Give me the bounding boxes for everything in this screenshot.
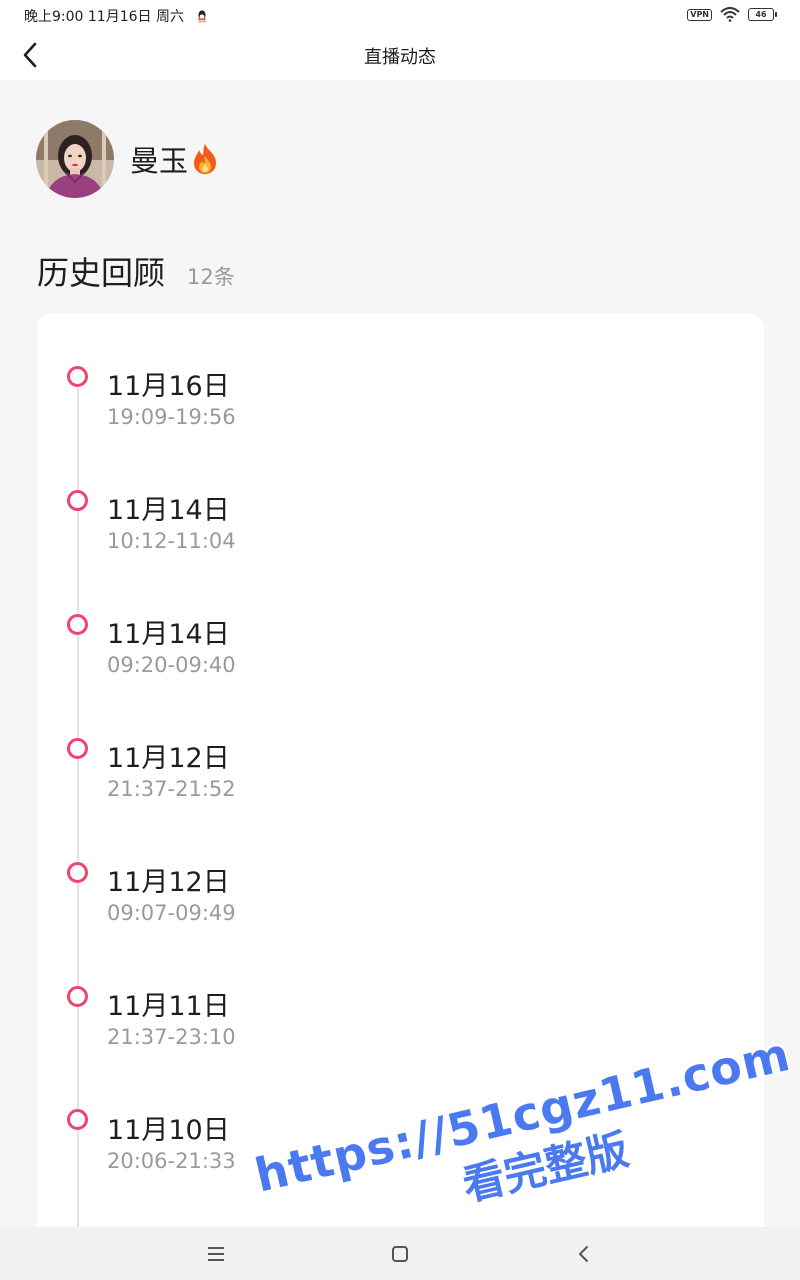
- timeline-dot: [67, 986, 88, 1007]
- avatar-image: [36, 120, 114, 198]
- item-date: 11月10日: [107, 1115, 230, 1146]
- item-date: 11月14日: [107, 619, 230, 650]
- live-dynamics-page: 晚上9:00 11月16日 周六 VPN 46 直播动态 曼玉 历史回顾 12条…: [0, 0, 800, 1280]
- timeline-dot: [67, 738, 88, 759]
- item-date: 11月16日: [107, 371, 230, 402]
- timeline-dot: [67, 490, 88, 511]
- timeline-dot: [67, 614, 88, 635]
- item-date: 11月12日: [107, 867, 230, 898]
- item-time: 20:06-21:33: [107, 1149, 236, 1173]
- item-time: 10:12-11:04: [107, 529, 236, 553]
- profile-header: 曼玉: [36, 120, 220, 198]
- timeline-dot: [67, 1109, 88, 1130]
- timeline-item[interactable]: 11月10日 20:06-21:33: [0, 0, 700, 1173]
- item-time: 09:20-09:40: [107, 653, 236, 677]
- section-title: 历史回顾: [37, 254, 166, 292]
- item-time: 21:37-21:52: [107, 777, 236, 801]
- nav-back-button[interactable]: [571, 1241, 597, 1267]
- history-section-header: 历史回顾 12条: [37, 248, 235, 294]
- profile-name-row: 曼玉: [130, 138, 220, 180]
- back-icon: [579, 1246, 588, 1262]
- avatar[interactable]: [36, 120, 114, 198]
- item-time: 21:37-23:10: [107, 1025, 236, 1049]
- item-date: 11月14日: [107, 495, 230, 526]
- system-nav-bar: [0, 1227, 800, 1280]
- menu-button[interactable]: [203, 1241, 229, 1267]
- history-count: 12条: [187, 265, 235, 289]
- profile-name: 曼玉: [130, 144, 189, 178]
- home-icon: [392, 1246, 408, 1262]
- status-right: VPN 46: [687, 7, 777, 22]
- item-time: 19:09-19:56: [107, 405, 236, 429]
- wifi-icon: [720, 7, 740, 22]
- item-time: 09:07-09:49: [107, 901, 236, 925]
- fire-icon: [194, 144, 217, 174]
- timeline-dot: [67, 366, 88, 387]
- battery-icon: 46: [748, 8, 777, 21]
- item-date: 11月12日: [107, 743, 230, 774]
- timeline-dot: [67, 862, 88, 883]
- home-button[interactable]: [387, 1241, 413, 1267]
- menu-icon: [208, 1247, 224, 1261]
- timeline-line: [77, 388, 79, 1280]
- item-date: 11月11日: [107, 991, 230, 1022]
